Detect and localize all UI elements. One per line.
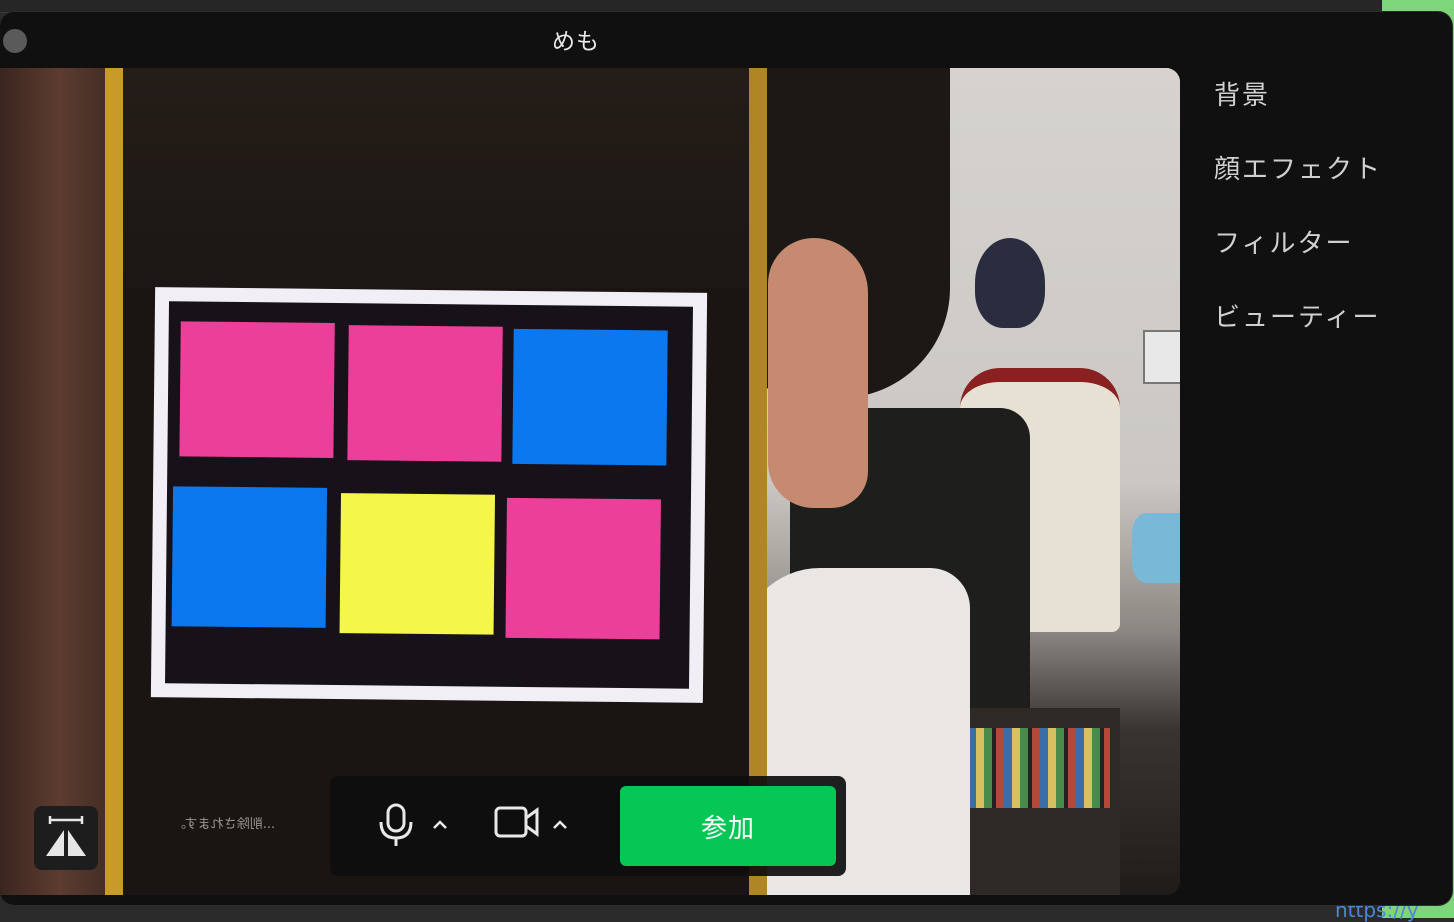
microphone-icon[interactable]: [376, 802, 416, 848]
color-tile: [339, 493, 496, 635]
books: [960, 728, 1110, 808]
menu-item-beauty[interactable]: ビューティー: [1214, 298, 1382, 372]
phone-screen: [123, 68, 749, 288]
mic-options-chevron-icon[interactable]: [430, 806, 450, 836]
color-tile: [505, 497, 661, 640]
color-tile: [179, 321, 335, 458]
menu-item-filters[interactable]: フィルター: [1214, 224, 1382, 298]
color-grid: [165, 301, 693, 689]
person-ear: [768, 238, 868, 508]
mirror-icon: [46, 816, 86, 856]
menu-item-face-effects[interactable]: 顔エフェクト: [1214, 150, 1382, 224]
titlebar: めも: [0, 12, 1152, 68]
hanging-cap: [975, 238, 1045, 328]
mirror-toggle-button[interactable]: [34, 806, 98, 870]
video-camera-icon[interactable]: [494, 802, 540, 842]
join-button[interactable]: 参加: [620, 786, 836, 866]
phone-caption: ...削除されます。: [173, 817, 276, 832]
window-close-button[interactable]: [3, 29, 27, 53]
wall-plate: [1143, 330, 1180, 384]
camera-options-chevron-icon[interactable]: [550, 806, 570, 836]
wall-sticker: [1132, 513, 1180, 583]
effects-menu: 背景 顔エフェクト フィルター ビューティー: [1214, 76, 1382, 372]
camera-preview: ...削除されます。 参加: [0, 68, 1180, 895]
color-grid-card: [150, 287, 708, 703]
camera-preview-window: めも ...削除されます。 参加 背景 顔エフェクト フィルター ビューティー: [0, 12, 1452, 905]
color-tile: [171, 486, 328, 628]
window-title: めも: [552, 29, 600, 55]
preview-toolbar: 参加: [330, 776, 846, 876]
held-phone: ...削除されます。: [105, 68, 767, 895]
color-tile: [512, 328, 668, 466]
menu-item-background[interactable]: 背景: [1214, 76, 1382, 150]
color-tile: [347, 325, 503, 462]
